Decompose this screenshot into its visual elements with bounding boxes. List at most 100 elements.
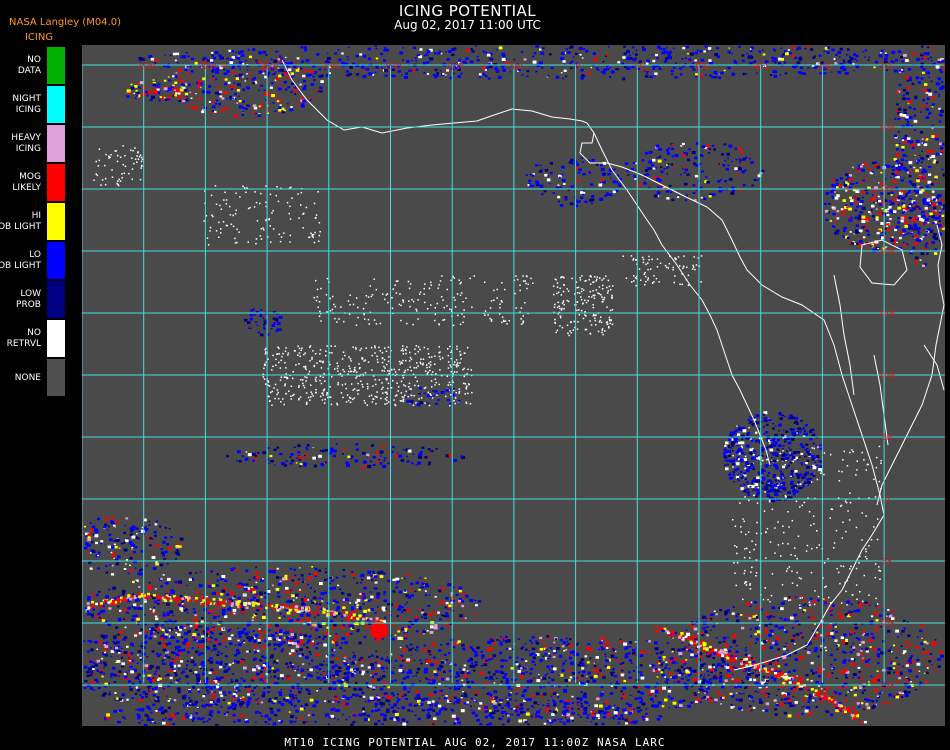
icing-pixel (674, 166, 677, 168)
no-retrieval-pixel (220, 208, 223, 210)
no-retrieval-pixel (855, 584, 858, 586)
icing-pixel (421, 608, 424, 611)
icing-pixel (452, 586, 455, 589)
icing-pixel (342, 606, 346, 609)
icing-pixel (418, 608, 421, 611)
no-retrieval-pixel (319, 231, 321, 233)
icing-pixel (550, 66, 554, 69)
icing-pixel (178, 580, 183, 584)
no-retrieval-pixel (255, 201, 258, 204)
no-retrieval-pixel (493, 299, 495, 301)
icing-pixel (114, 526, 117, 528)
icing-pixel (185, 95, 188, 97)
no-retrieval-pixel (434, 378, 437, 380)
no-retrieval-pixel (281, 355, 283, 358)
icing-pixel (135, 536, 139, 539)
icing-pixel (119, 609, 122, 612)
no-retrieval-pixel (664, 264, 667, 267)
no-retrieval-pixel (424, 402, 426, 404)
no-retrieval-pixel (560, 276, 562, 279)
icing-pixel (861, 206, 866, 210)
icing-pixel (745, 469, 750, 473)
no-retrieval-pixel (356, 375, 358, 378)
icing-pixel (846, 53, 849, 56)
icing-pixel (864, 49, 868, 52)
icing-pixel (133, 92, 135, 95)
no-retrieval-pixel (268, 395, 270, 398)
icing-pixel (548, 183, 551, 185)
icing-pixel (795, 490, 799, 493)
no-retrieval-pixel (653, 281, 655, 283)
icing-pixel (561, 165, 565, 169)
no-retrieval-pixel (408, 287, 411, 290)
no-retrieval-pixel (755, 572, 758, 574)
icing-pixel (414, 616, 418, 619)
icing-pixel (738, 473, 741, 475)
icing-pixel (429, 630, 434, 634)
icing-pixel (317, 636, 321, 639)
icing-pixel (804, 47, 807, 50)
icing-pixel (374, 575, 378, 579)
icing-pixel (375, 65, 379, 69)
icing-pixel (170, 536, 173, 539)
no-retrieval-pixel (334, 368, 336, 370)
icing-pixel (341, 453, 344, 455)
icing-pixel (269, 86, 273, 89)
icing-pixel (190, 97, 193, 99)
icing-pixel (891, 168, 895, 172)
icing-pixel (177, 68, 182, 72)
icing-pixel (194, 650, 199, 654)
no-retrieval-pixel (137, 152, 139, 154)
icing-pixel (672, 47, 675, 49)
no-retrieval-pixel (878, 566, 880, 568)
no-retrieval-pixel (576, 301, 579, 303)
icing-pixel (154, 600, 158, 604)
icing-pixel (736, 174, 739, 177)
icing-pixel (410, 589, 414, 592)
icing-pixel (185, 83, 188, 86)
icing-pixel (833, 58, 836, 60)
icing-pixel (400, 611, 403, 614)
icing-pixel (307, 623, 311, 626)
no-retrieval-pixel (774, 552, 776, 554)
icing-pixel (834, 196, 839, 200)
icing-pixel (767, 472, 771, 475)
icing-pixel (284, 574, 288, 578)
icing-pixel (806, 465, 810, 469)
icing-pixel (301, 60, 305, 63)
icing-pixel (818, 54, 822, 57)
no-retrieval-pixel (744, 548, 746, 550)
icing-pixel (758, 50, 762, 53)
icing-pixel (340, 613, 342, 615)
icing-pixel (216, 573, 220, 576)
no-retrieval-pixel (843, 450, 845, 453)
icing-pixel (815, 455, 820, 459)
no-retrieval-pixel (104, 183, 107, 186)
icing-pixel (750, 439, 754, 442)
icing-pixel (146, 536, 150, 539)
no-retrieval-pixel (386, 399, 388, 401)
icing-pixel (684, 63, 687, 65)
icing-pixel (531, 174, 534, 177)
no-retrieval-pixel (336, 362, 338, 364)
no-retrieval-pixel (453, 363, 455, 366)
icing-pixel (375, 451, 379, 455)
no-retrieval-pixel (744, 582, 746, 585)
no-retrieval-pixel (396, 382, 398, 384)
icing-pixel (110, 519, 113, 522)
icing-pixel (181, 636, 184, 638)
no-retrieval-pixel (367, 386, 369, 388)
icing-pixel (356, 630, 359, 633)
icing-pixel (303, 586, 306, 589)
no-retrieval-pixel (104, 177, 107, 180)
no-retrieval-pixel (823, 452, 826, 454)
no-retrieval-pixel (414, 376, 417, 378)
icing-pixel (777, 479, 780, 481)
icing-pixel (871, 161, 875, 165)
no-retrieval-pixel (268, 385, 271, 387)
icing-pixel (335, 601, 339, 604)
no-retrieval-pixel (743, 572, 746, 575)
icing-pixel (755, 488, 759, 492)
icing-pixel (134, 614, 138, 618)
icing-pixel (262, 451, 267, 455)
